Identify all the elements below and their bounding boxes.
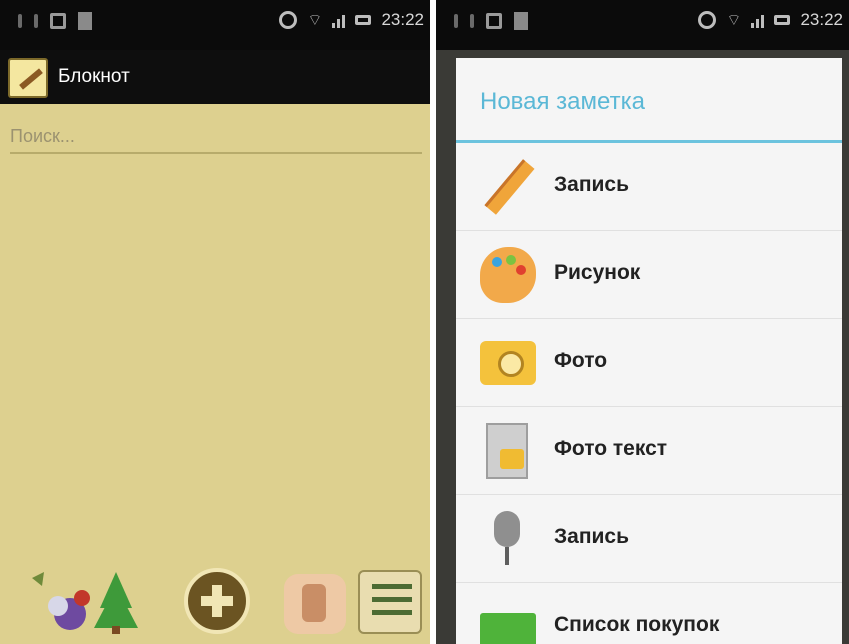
status-time: 23:22 (381, 10, 424, 29)
palette-icon (480, 247, 536, 303)
signal-icon (332, 12, 346, 28)
menu-item-label: Фото текст (554, 437, 668, 460)
notification-icon (34, 14, 38, 28)
menu-item-label: Рисунок (554, 261, 641, 284)
alarm-icon (279, 11, 298, 29)
screenshot-icon (486, 13, 502, 29)
pencil-icon (480, 159, 536, 215)
notepad-app-icon[interactable] (8, 58, 48, 98)
screenshot-icon (50, 13, 66, 29)
note-type-menu: Запись Рисунок Фото Фото текст Запись Сп… (456, 143, 842, 644)
sd-card-icon (514, 12, 528, 30)
camera-icon (480, 341, 536, 385)
status-bar: ⌔ 23:22 (0, 0, 430, 50)
app-title: Блокнот (58, 66, 130, 87)
menu-item-label: Запись (554, 173, 630, 196)
menu-item-label: Список покупок (554, 613, 720, 636)
dialog-title: Новая заметка (480, 88, 645, 115)
status-bar: ⌔ 23:22 (436, 0, 849, 50)
menu-item-shopping-list[interactable]: Список покупок (456, 583, 842, 644)
alarm-icon (698, 11, 717, 29)
christmas-decor-icon[interactable] (28, 568, 140, 634)
search-box (10, 120, 422, 154)
wifi-icon: ⌔ (307, 12, 323, 29)
new-note-screen: ⌔ 23:22 Новая заметка Запись Рисунок Фот… (436, 0, 849, 644)
thumbs-up-icon[interactable] (284, 574, 346, 634)
checklist-icon[interactable] (358, 570, 422, 634)
sd-card-icon (78, 12, 92, 30)
battery-icon (774, 15, 791, 25)
add-note-button[interactable] (184, 568, 250, 634)
status-time: 23:22 (800, 10, 843, 29)
menu-item-label: Запись (554, 525, 630, 548)
usb-icon (18, 14, 22, 28)
bottom-toolbar (0, 558, 430, 644)
shopping-cart-icon (480, 613, 536, 644)
menu-item-photo[interactable]: Фото (456, 319, 842, 407)
usb-icon (454, 14, 458, 28)
photo-text-icon (486, 423, 528, 479)
menu-item-voice-note[interactable]: Запись (456, 495, 842, 583)
search-input[interactable] (10, 120, 422, 152)
signal-icon (751, 12, 765, 28)
wifi-icon: ⌔ (726, 12, 742, 29)
notepad-screen: ⌔ 23:22 Блокнот (0, 0, 430, 644)
menu-item-label: Фото (554, 349, 608, 372)
battery-icon (355, 15, 372, 25)
app-bar: Блокнот (0, 50, 430, 104)
menu-item-drawing[interactable]: Рисунок (456, 231, 842, 319)
new-note-dialog: Новая заметка Запись Рисунок Фото Фото т… (456, 58, 842, 644)
menu-item-photo-text[interactable]: Фото текст (456, 407, 842, 495)
microphone-icon (494, 511, 520, 567)
menu-item-text-note[interactable]: Запись (456, 143, 842, 231)
notification-icon (470, 14, 474, 28)
